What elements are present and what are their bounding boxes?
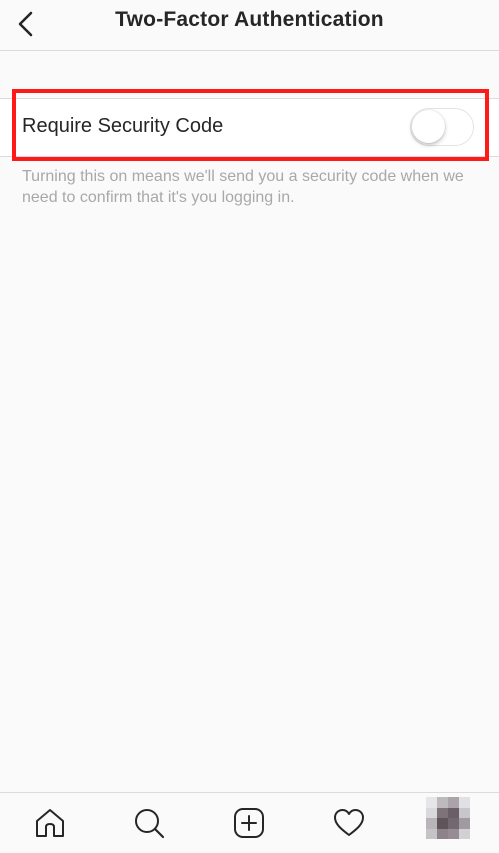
navigation-header: Two-Factor Authentication <box>0 0 499 51</box>
toggle-knob <box>412 110 445 143</box>
search-icon <box>135 809 165 839</box>
setting-label: Require Security Code <box>22 115 224 137</box>
page-title: Two-Factor Authentication <box>115 8 384 31</box>
home-icon <box>36 809 64 837</box>
tab-activity[interactable] <box>331 805 367 841</box>
new-post-icon <box>234 808 264 838</box>
tab-new-post[interactable] <box>231 805 267 841</box>
bottom-tab-bar <box>0 792 499 853</box>
tab-home[interactable] <box>32 805 68 841</box>
heart-icon <box>334 809 364 836</box>
tab-profile-avatar[interactable] <box>426 797 470 839</box>
require-security-code-row[interactable]: Require Security Code <box>0 98 499 157</box>
require-security-code-toggle[interactable] <box>410 108 474 146</box>
setting-description: Turning this on means we'll send you a s… <box>22 168 464 206</box>
tab-search[interactable] <box>131 805 167 841</box>
